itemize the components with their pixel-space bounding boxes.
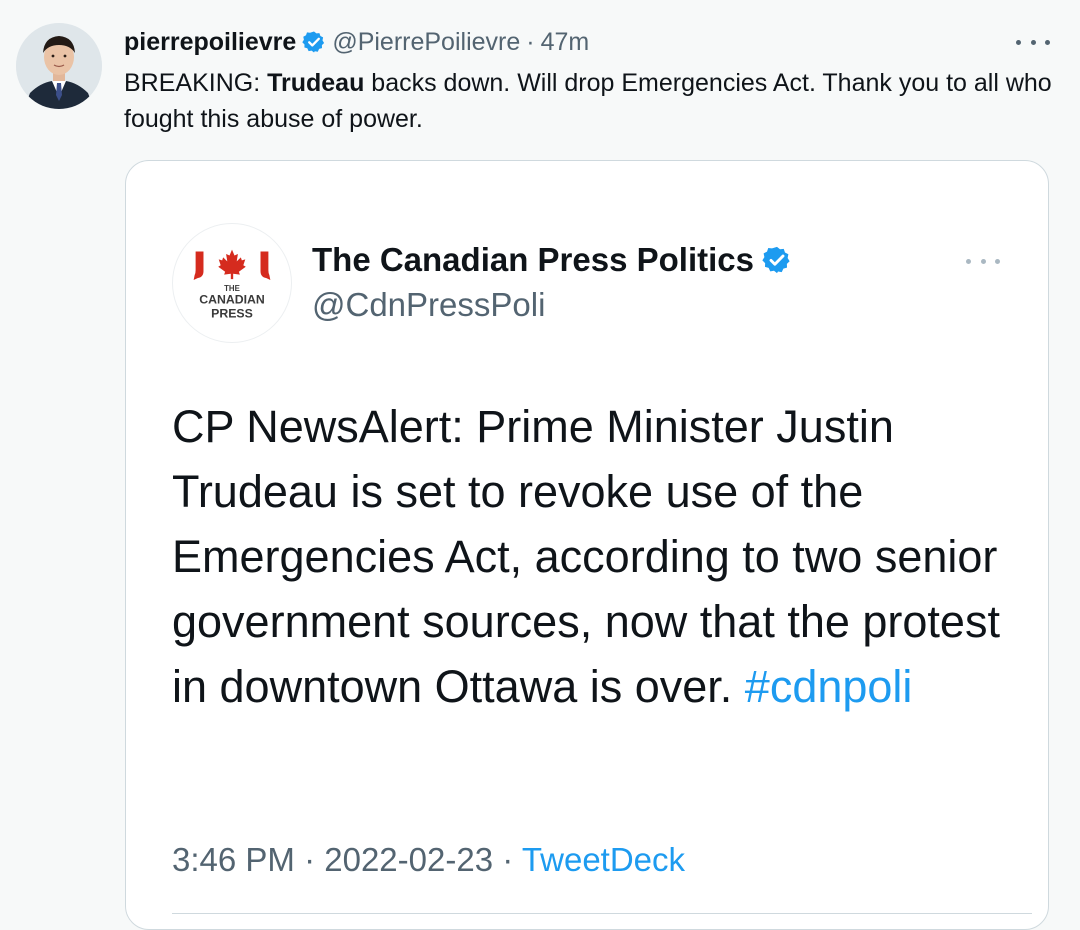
logo-text-press: PRESS xyxy=(211,306,253,320)
verified-badge-icon xyxy=(302,30,326,54)
quoted-tweet-text: CP NewsAlert: Prime Minister Justin Trud… xyxy=(172,394,1032,719)
tweet-text: BREAKING: Trudeau backs down. Will drop … xyxy=(124,65,1064,137)
quoted-verified-badge-icon xyxy=(762,245,792,275)
logo-text-canadian: CANADIAN xyxy=(199,293,265,307)
meta-separator-2: · xyxy=(502,841,514,878)
author-handle[interactable]: @PierrePoilievre xyxy=(332,28,520,57)
quoted-tweet-card[interactable]: THE CANADIAN PRESS The Canadian Press Po… xyxy=(125,160,1049,930)
tweet: pierrepoilievre @PierrePoilievre · 47m B… xyxy=(0,0,1080,930)
logo-text-the: THE xyxy=(224,284,240,293)
quoted-tweet-meta: 3:46 PM · 2022-02-23 · TweetDeck xyxy=(172,841,685,879)
hashtag-link[interactable]: #cdnpoli xyxy=(745,661,913,712)
tweet-header: pierrepoilievre @PierrePoilievre · 47m xyxy=(124,26,589,58)
author-avatar[interactable] xyxy=(16,23,102,109)
quoted-date[interactable]: 2022-02-23 xyxy=(324,841,493,878)
ellipsis-icon[interactable] xyxy=(1016,30,1050,54)
tweet-time[interactable]: 47m xyxy=(541,28,590,57)
divider xyxy=(172,913,1032,914)
quoted-author-handle[interactable]: @CdnPressPoli xyxy=(312,286,545,324)
quoted-author-name[interactable]: The Canadian Press Politics xyxy=(312,241,754,279)
quoted-ellipsis-icon[interactable] xyxy=(966,257,1000,265)
tweet-text-prefix: BREAKING: xyxy=(124,69,268,97)
quoted-timestamp[interactable]: 3:46 PM xyxy=(172,841,295,878)
meta-separator-1: · xyxy=(304,841,316,878)
canadian-press-logo[interactable]: THE CANADIAN PRESS xyxy=(172,223,292,343)
tweet-text-bold: Trudeau xyxy=(267,69,365,97)
quoted-author-name-row: The Canadian Press Politics xyxy=(312,241,792,279)
header-separator: · xyxy=(526,27,535,56)
author-name[interactable]: pierrepoilievre xyxy=(124,28,296,57)
source-link[interactable]: TweetDeck xyxy=(522,841,685,878)
